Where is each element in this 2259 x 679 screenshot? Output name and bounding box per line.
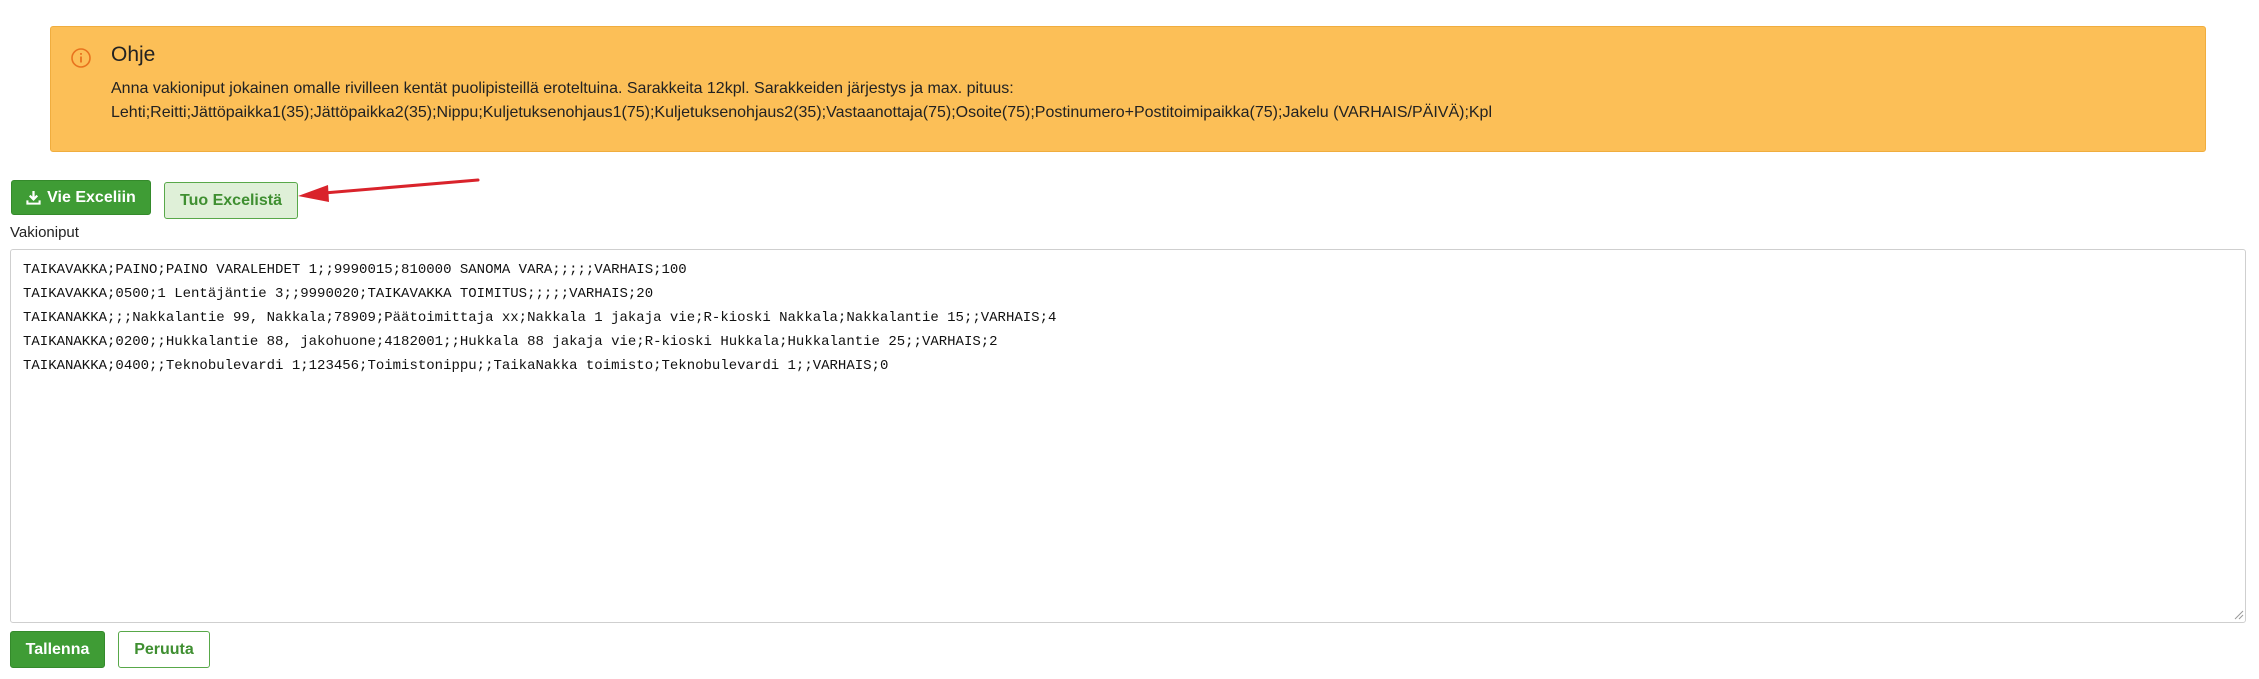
export-excel-button[interactable]: Vie Exceliin	[11, 180, 151, 215]
resize-handle-icon[interactable]	[2232, 608, 2244, 620]
alert-text: Anna vakioniput jokainen omalle rivillee…	[111, 77, 1492, 125]
export-excel-label: Vie Exceliin	[47, 188, 136, 206]
import-excel-label: Tuo Excelistä	[180, 191, 282, 209]
alert-title: Ohje	[111, 43, 156, 66]
alert-line-2: Lehti;Reitti;Jättöpaikka1(35);Jättöpaikk…	[111, 104, 1493, 121]
import-excel-button[interactable]: Tuo Excelistä	[164, 182, 298, 219]
vakioniput-label: Vakioniput	[10, 224, 79, 241]
cancel-button[interactable]: Peruuta	[118, 631, 210, 668]
download-icon	[26, 190, 41, 205]
info-circle-icon	[71, 48, 91, 68]
save-button[interactable]: Tallenna	[10, 631, 105, 668]
vakioniput-textarea[interactable]	[10, 249, 2246, 623]
annotation-arrow	[298, 178, 480, 202]
alert-line-1: Anna vakioniput jokainen omalle rivillee…	[111, 80, 1014, 97]
info-alert: Ohje Anna vakioniput jokainen omalle riv…	[50, 26, 2206, 152]
